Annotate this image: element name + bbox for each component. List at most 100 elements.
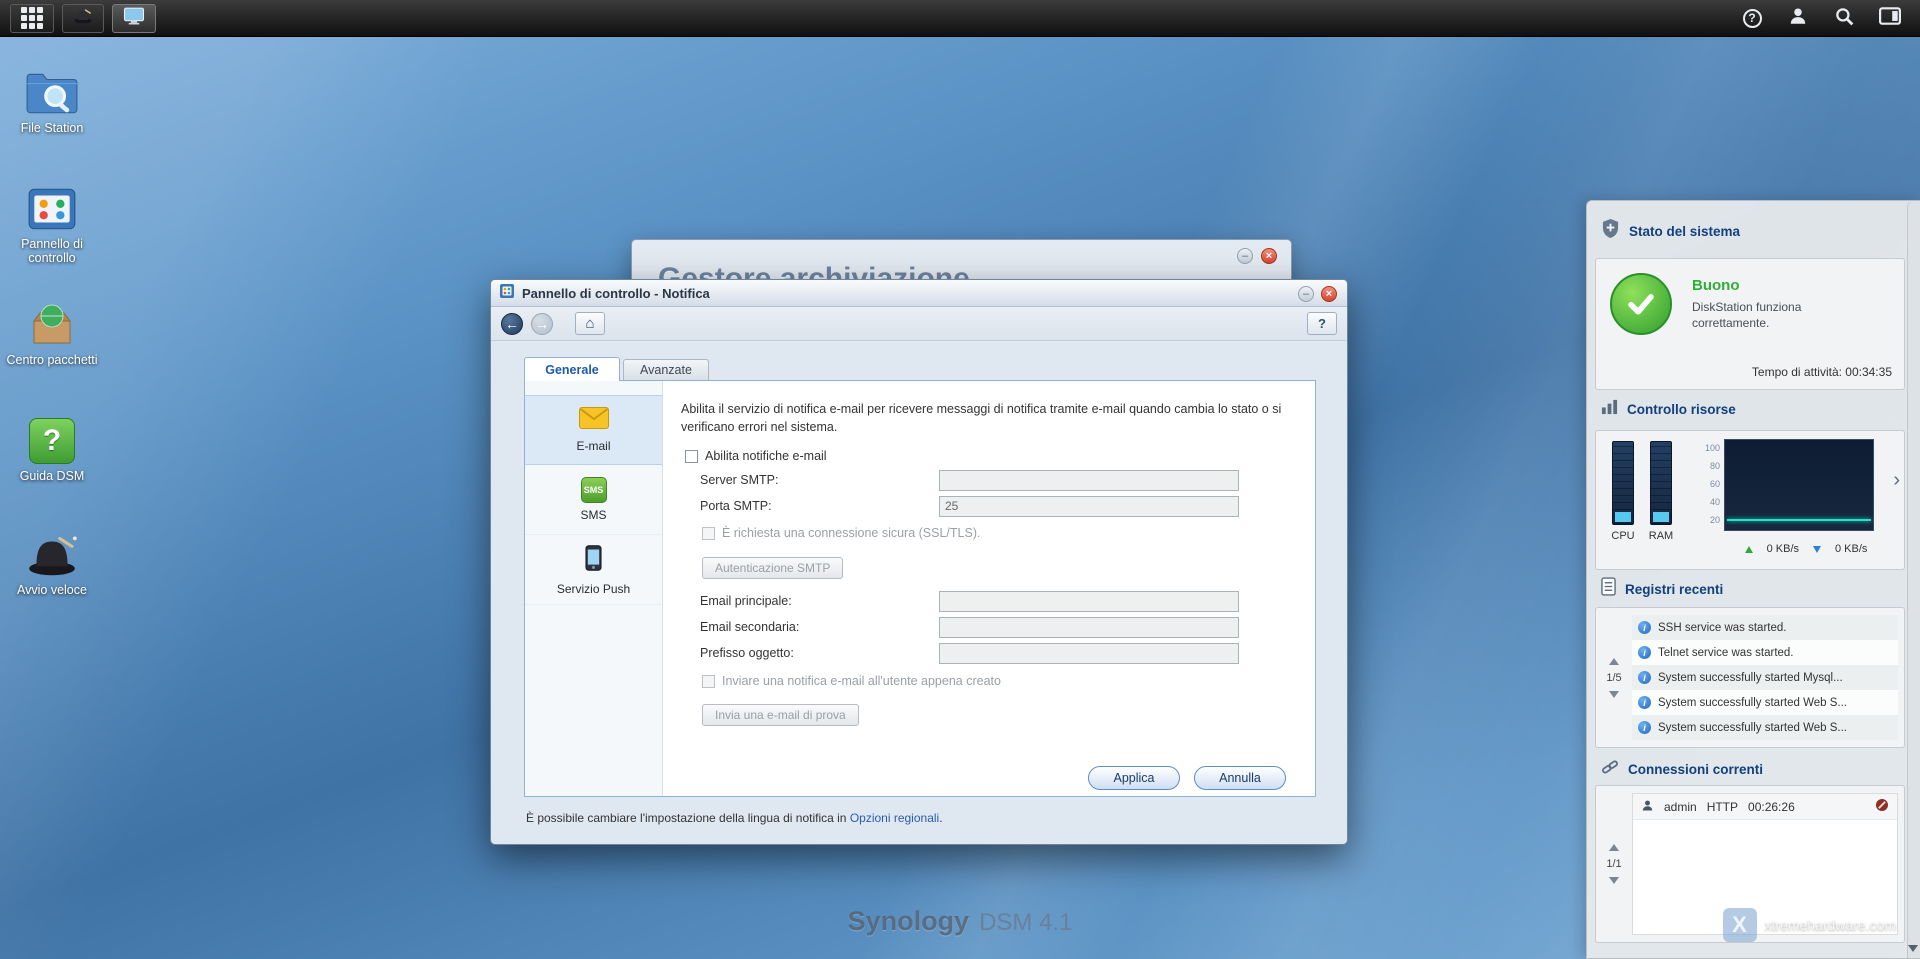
user-icon <box>1641 799 1654 815</box>
current-connections-header: Connessioni correnti <box>1601 759 1763 779</box>
smtp-server-input[interactable] <box>939 469 1239 491</box>
ssl-checkbox[interactable]: È richiesta una connessione sicura (SSL/… <box>702 526 980 540</box>
tab-avanzate[interactable]: Avanzate <box>623 359 709 380</box>
widget-panel-scrollbar[interactable] <box>1907 201 1920 958</box>
page-up-button[interactable] <box>1609 844 1619 851</box>
desktop-icon-file-station[interactable]: File Station <box>4 64 100 135</box>
log-row[interactable]: i Telnet service was started. <box>1632 640 1898 665</box>
log-document-icon <box>1601 577 1616 601</box>
status-ok-icon <box>1610 273 1672 335</box>
smtp-port-input[interactable] <box>939 495 1239 517</box>
expand-resource-button[interactable]: › <box>1893 469 1900 492</box>
cancel-button[interactable]: Annulla <box>1194 766 1286 790</box>
smtp-auth-button[interactable]: Autenticazione SMTP <box>702 557 844 579</box>
desktop-icon-dsm-help[interactable]: ? Guida DSM <box>4 412 100 483</box>
regional-options-link[interactable]: Opzioni regionali <box>850 811 939 825</box>
disconnect-icon[interactable] <box>1875 798 1889 815</box>
sidebar-item-sms[interactable]: SMS SMS <box>525 465 662 535</box>
package-center-icon <box>4 296 100 348</box>
email-primary-label: Email principale: <box>700 594 792 608</box>
xtremehardware-logo: X <box>1722 908 1757 942</box>
desktop-icon-control-panel[interactable]: Pannello di controllo <box>4 180 100 266</box>
page-down-button[interactable] <box>1609 690 1619 698</box>
email-primary-row: Email principale: <box>663 590 1315 612</box>
dsm-wallpaper-watermark: Synology DSM 4.1 <box>847 906 1073 936</box>
minimize-button[interactable]: – <box>1298 286 1314 302</box>
network-graph <box>1724 439 1874 531</box>
home-button[interactable]: ⌂ <box>575 312 605 335</box>
log-row[interactable]: i SSH service was started. <box>1632 615 1898 640</box>
close-button[interactable]: × <box>1321 286 1337 302</box>
subject-prefix-input[interactable] <box>939 642 1239 664</box>
status-text: Buono <box>1692 277 1740 294</box>
main-menu-button[interactable] <box>10 3 54 33</box>
cpu-meter <box>1612 441 1634 525</box>
search-button[interactable] <box>1832 6 1856 30</box>
uptime-text: Tempo di attività: 00:34:35 <box>1751 365 1892 379</box>
title-bar[interactable]: Pannello di controllo - Notifica – × <box>491 280 1347 307</box>
sidebar-item-email[interactable]: E-mail <box>525 395 662 465</box>
email-secondary-input[interactable] <box>939 616 1239 638</box>
notify-new-user-checkbox[interactable]: Inviare una notifica e-mail all'utente a… <box>702 674 1001 688</box>
file-station-icon <box>4 64 100 116</box>
desktop-icon-label: Guida DSM <box>19 469 85 483</box>
dsm-help-icon: ? <box>4 412 100 464</box>
sidebar-item-push-service[interactable]: Servizio Push <box>525 535 662 605</box>
help-icon: ? <box>1742 8 1762 28</box>
description-text: Abilita il servizio di notifica e-mail p… <box>681 402 1282 434</box>
help-button[interactable]: ? <box>1740 6 1764 30</box>
log-row[interactable]: i System successfully started Web S... <box>1632 690 1898 715</box>
tab-generale[interactable]: Generale <box>524 357 620 381</box>
connection-row[interactable]: admin HTTP 00:26:26 <box>1633 794 1897 820</box>
log-row[interactable]: i System successfully started Mysql... <box>1632 665 1898 690</box>
page-down-button[interactable] <box>1609 877 1619 884</box>
back-button[interactable]: ← <box>501 312 523 335</box>
toolbar: ← → ⌂ <box>491 307 1347 341</box>
page-up-button[interactable] <box>1609 657 1619 665</box>
checkbox[interactable] <box>702 674 715 688</box>
smartphone-icon <box>585 544 602 577</box>
resource-monitor-header: Controllo risorse <box>1601 399 1736 419</box>
smtp-port-row: Porta SMTP: <box>663 495 1315 517</box>
scroll-down-button[interactable] <box>1907 940 1919 956</box>
enable-email-checkbox[interactable]: Abilita notifiche e-mail <box>685 449 827 463</box>
page-indicator: 1/5 <box>1606 671 1622 684</box>
window-help-button[interactable]: ? <box>1307 312 1337 335</box>
tab-strip: Generale Avanzate <box>524 356 709 381</box>
widgets-toggle-button[interactable] <box>1878 6 1902 30</box>
forward-button[interactable]: → <box>531 312 553 335</box>
close-button[interactable]: × <box>1261 248 1277 264</box>
desktop-icon-package-center[interactable]: Centro pacchetti <box>4 296 100 367</box>
site-watermark: X xtremehardware.com <box>1722 908 1896 942</box>
panel-layout-icon <box>1879 6 1901 30</box>
resource-monitor-widget: CPU RAM 100 80 60 40 20 › 0 KB/s 0 KB/s <box>1595 430 1905 570</box>
info-icon: i <box>1638 621 1651 634</box>
log-row[interactable]: i System successfully started Web S... <box>1632 715 1898 740</box>
desktop-icon-label: Avvio veloce <box>17 583 87 597</box>
checkbox[interactable] <box>702 526 715 540</box>
taskbar-app-desktop[interactable] <box>112 3 156 33</box>
taskbar-app-quick-launch[interactable] <box>62 3 104 33</box>
user-menu-button[interactable] <box>1786 6 1810 30</box>
upload-arrow-icon <box>1744 545 1753 553</box>
email-secondary-label: Email secondaria: <box>700 620 800 634</box>
subject-prefix-row: Prefisso oggetto: <box>663 642 1315 664</box>
email-primary-input[interactable] <box>939 590 1239 612</box>
minimize-button[interactable]: – <box>1237 248 1253 264</box>
log-list: i SSH service was started. i Telnet serv… <box>1632 615 1898 740</box>
footer-note: È possibile cambiare l'impostazione dell… <box>526 811 943 825</box>
apply-button[interactable]: Applica <box>1088 766 1180 790</box>
control-panel-icon <box>4 180 100 232</box>
cpu-label: CPU <box>1611 530 1635 542</box>
magic-hat-icon <box>4 526 100 578</box>
desktop: ? File Station Pannello di controllo Cen… <box>0 0 1920 959</box>
email-secondary-row: Email secondaria: <box>663 616 1315 638</box>
control-panel-notification-window: Pannello di controllo - Notifica – × ← →… <box>490 279 1348 845</box>
home-icon: ⌂ <box>585 315 595 332</box>
desktop-icon-quick-launch[interactable]: Avvio veloce <box>4 526 100 597</box>
send-test-email-button[interactable]: Invia una e-mail di prova <box>702 704 859 726</box>
tab-content: E-mail SMS SMS Servizio Push Abilita il … <box>524 380 1316 797</box>
status-message: DiskStation funziona correttamente. <box>1692 300 1802 331</box>
checkbox[interactable] <box>685 449 698 463</box>
info-icon: i <box>1638 671 1651 684</box>
